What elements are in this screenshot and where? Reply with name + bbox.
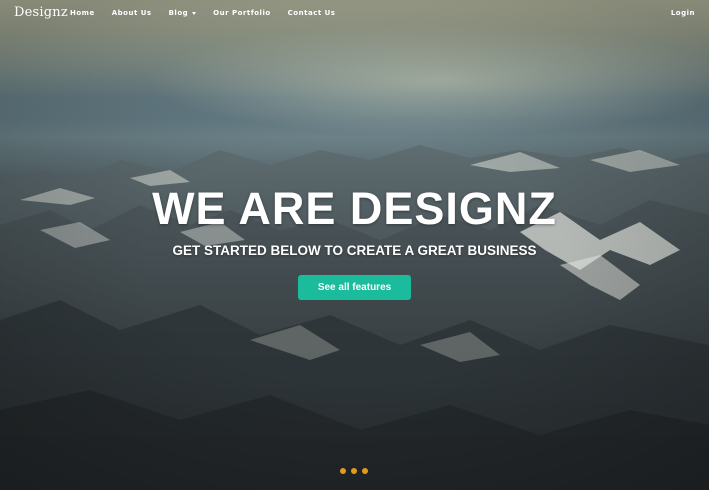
nav-item-label: Contact Us [287,9,336,17]
hero-headline: WE ARE DESIGNZ [152,183,557,234]
hero-section: Designz Home About Us Blog Our Portfolio… [0,0,709,490]
nav-item-label: Our Portfolio [213,9,271,17]
nav-menu: Home About Us Blog Our Portfolio Contact… [70,9,352,17]
nav-item-home[interactable]: Home [70,9,95,17]
hero-subheadline: GET STARTED BELOW TO CREATE A GREAT BUSI… [172,243,537,258]
nav-item-our-portfolio[interactable]: Our Portfolio [213,9,271,17]
nav-item-label: About Us [111,9,152,17]
nav-item-contact-us[interactable]: Contact Us [288,9,336,17]
top-navigation: Designz Home About Us Blog Our Portfolio… [0,0,709,26]
nav-item-blog[interactable]: Blog [169,9,197,17]
caret-down-icon [192,11,197,15]
brand-logo[interactable]: Designz [14,5,68,20]
nav-item-label: Home [70,9,95,17]
carousel-dot[interactable] [362,468,368,474]
nav-item-about-us[interactable]: About Us [112,9,152,17]
login-link[interactable]: Login [671,9,695,17]
carousel-dot[interactable] [351,468,357,474]
see-all-features-button[interactable]: See all features [298,275,411,300]
carousel-dot[interactable] [340,468,346,474]
nav-item-label: Blog [168,9,189,17]
carousel-indicators [340,468,368,474]
